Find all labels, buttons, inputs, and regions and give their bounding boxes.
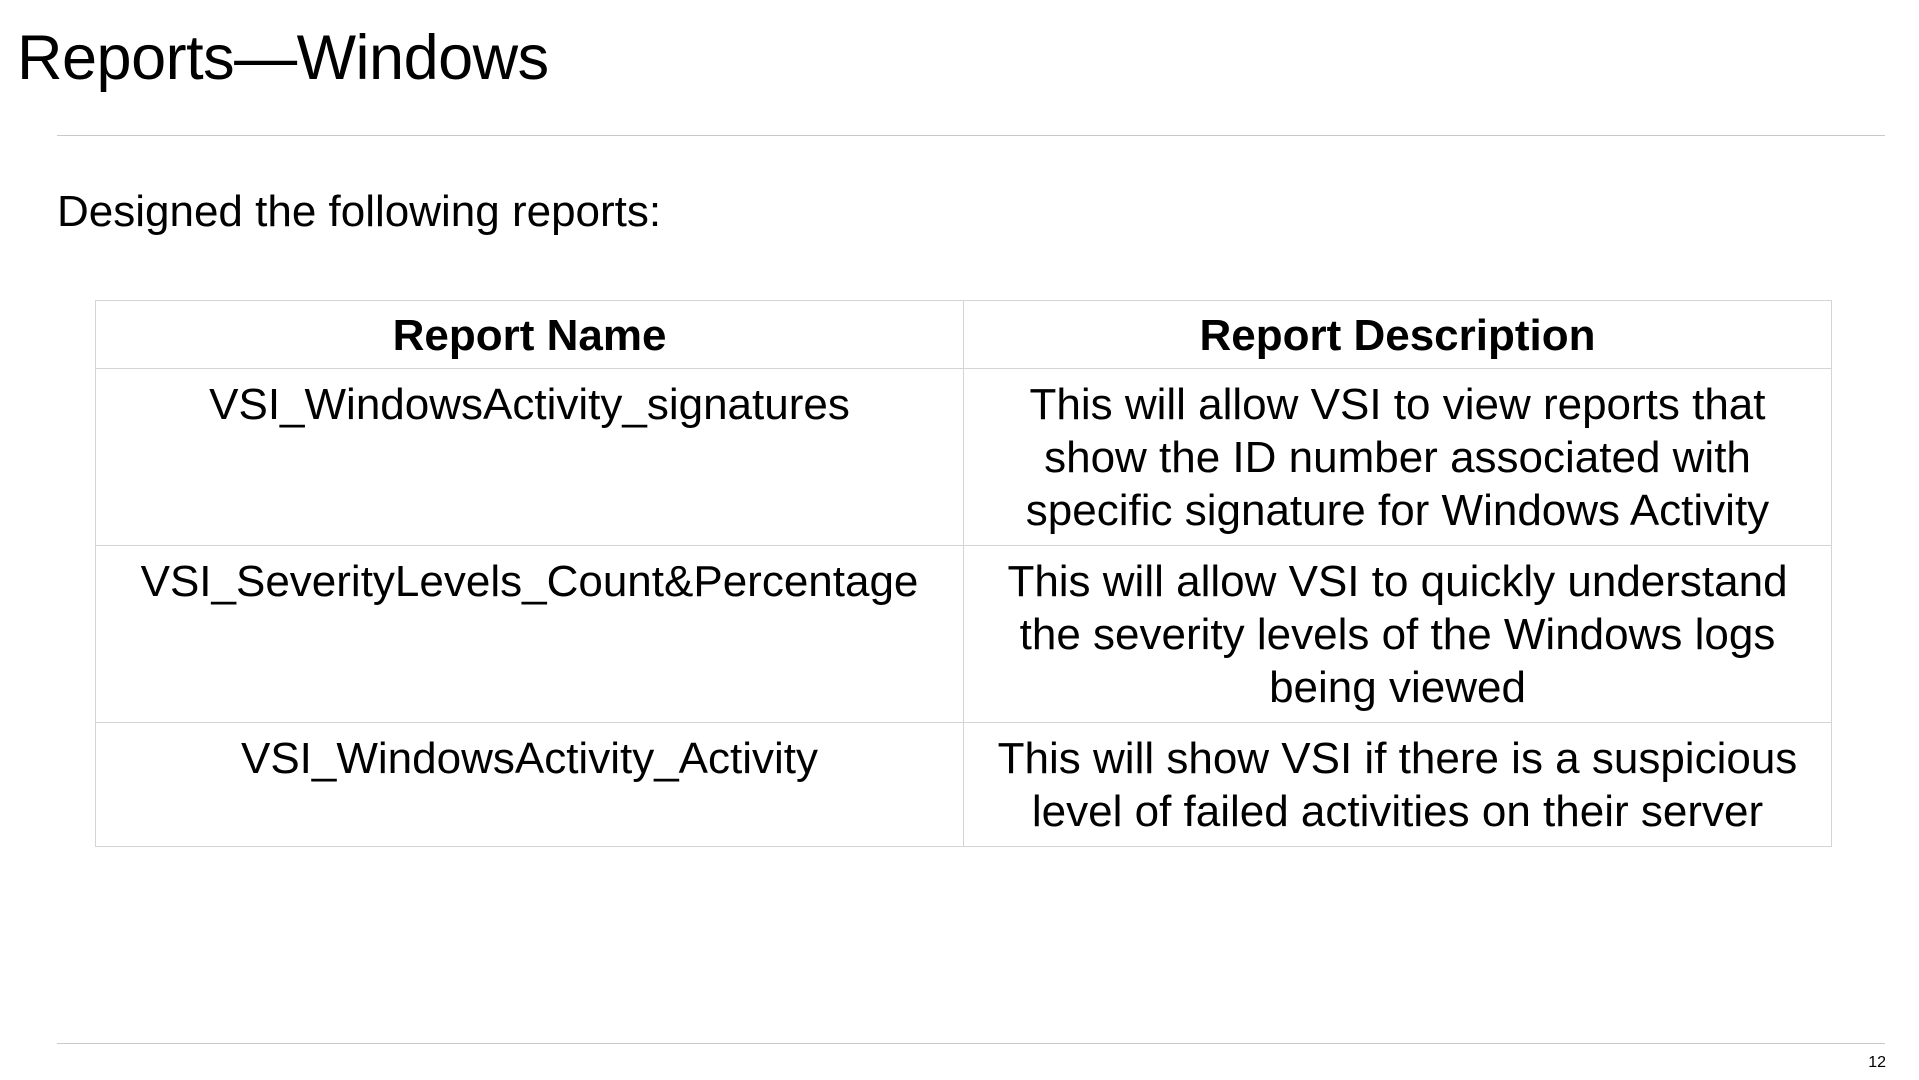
page-number: 12 bbox=[1868, 1054, 1886, 1071]
intro-text: Designed the following reports: bbox=[57, 187, 662, 236]
table-header-row: Report Name Report Description bbox=[95, 300, 1832, 369]
report-description-cell: This will show VSI if there is a suspici… bbox=[963, 722, 1832, 847]
reports-table: Report Name Report Description VSI_Windo… bbox=[95, 300, 1832, 847]
report-name-cell: VSI_WindowsActivity_signatures bbox=[95, 368, 964, 546]
report-name-cell: VSI_SeverityLevels_Count&Percentage bbox=[95, 545, 964, 723]
header-report-name: Report Name bbox=[95, 300, 964, 369]
title-divider bbox=[57, 135, 1885, 136]
header-report-description: Report Description bbox=[963, 300, 1832, 369]
report-name-cell: VSI_WindowsActivity_Activity bbox=[95, 722, 964, 847]
footer-divider bbox=[57, 1043, 1885, 1044]
report-description-cell: This will allow VSI to quickly understan… bbox=[963, 545, 1832, 723]
slide-title: Reports—Windows bbox=[17, 23, 549, 93]
table-row: VSI_SeverityLevels_Count&Percentage This… bbox=[95, 545, 1832, 723]
table-row: VSI_WindowsActivity_Activity This will s… bbox=[95, 722, 1832, 847]
table-row: VSI_WindowsActivity_signatures This will… bbox=[95, 368, 1832, 546]
report-description-cell: This will allow VSI to view reports that… bbox=[963, 368, 1832, 546]
